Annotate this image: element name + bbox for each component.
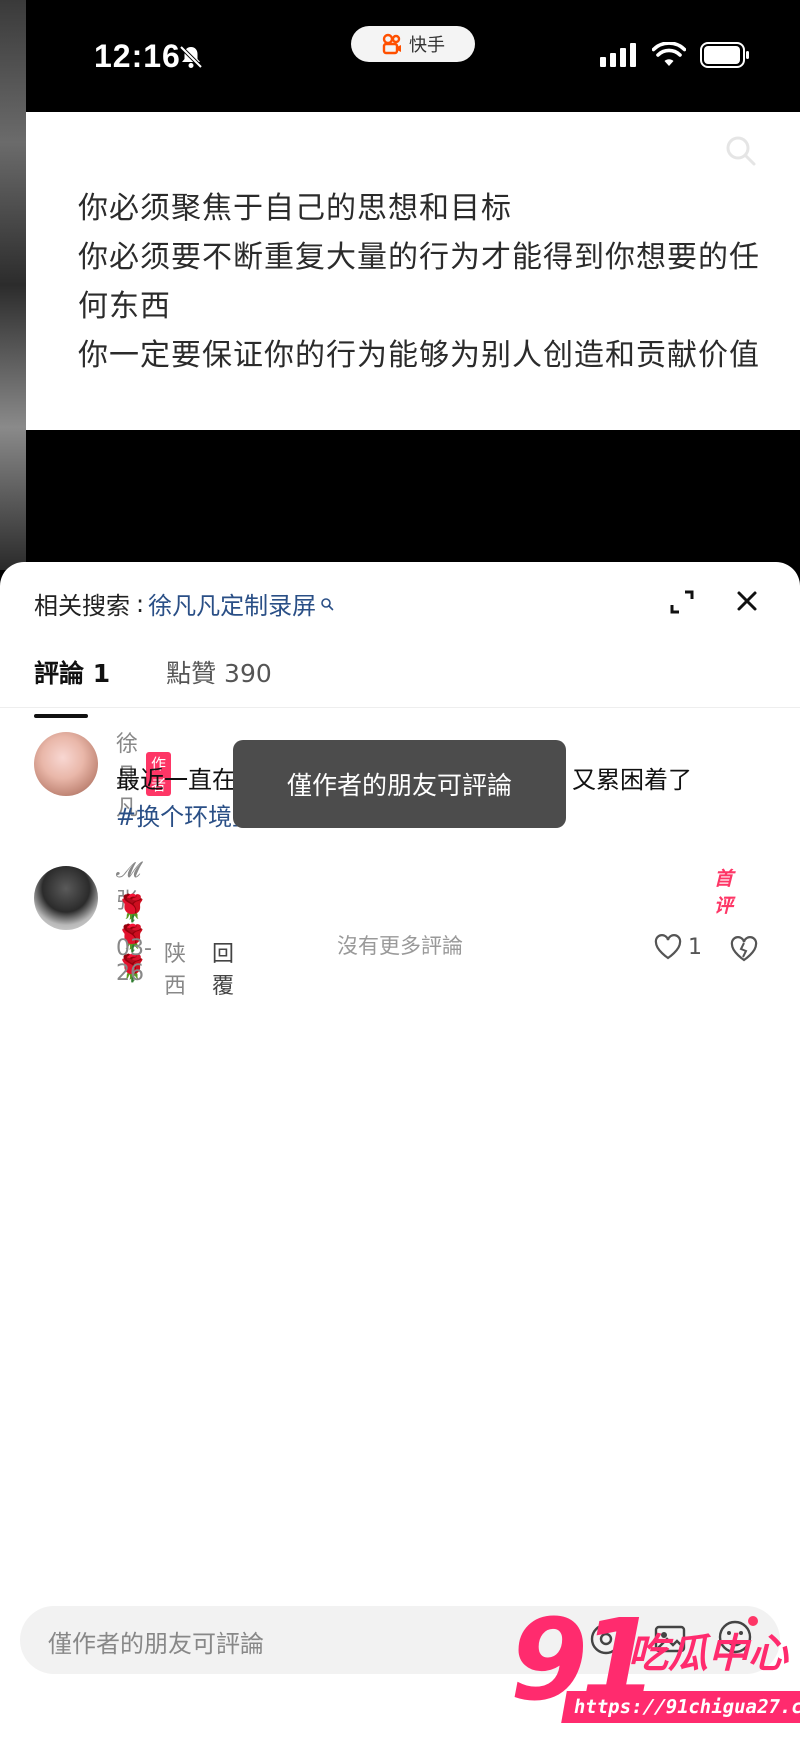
app-name: 快手 [409,35,445,56]
first-comment-badge: 首评 [714,868,734,917]
avatar[interactable] [34,866,98,930]
search-icon[interactable] [724,134,758,168]
kuaishou-logo-icon [382,33,401,55]
video-line: 你必须聚焦于自己的思想和目标 [78,191,512,226]
app-indicator[interactable]: 快手 [351,26,475,62]
toast-message: 僅作者的朋友可評論 [233,740,566,828]
tab-comments-label: 評論 1 [34,659,111,688]
watermark-url: https://91chigua27.com [561,1691,800,1723]
comment-sheet: 相关搜索 : 徐凡凡定制录屏 評論 1 點贊 390 徐凡凡 作者 最近一直在搬… [0,562,800,1739]
expand-icon[interactable] [668,588,696,616]
battery-icon [700,42,749,68]
search-icon [321,597,334,610]
video-line: 你一定要保证你的行为能够为别人创造和贡献价值 [78,338,760,373]
related-search-query[interactable]: 徐凡凡定制录屏 [148,586,316,621]
divider [0,707,800,708]
tab-likes-label: 點贊 390 [166,659,272,688]
related-search-label: 相关搜索 [34,592,130,620]
tab-underline [34,714,88,718]
watermark-text: 吃瓜中心 [628,1631,788,1677]
avatar[interactable] [34,732,98,796]
tab-likes[interactable]: 點贊 390 [166,654,272,690]
status-time: 12:16 [94,38,181,74]
related-search-colon: : [136,589,145,618]
input-placeholder: 僅作者的朋友可評論 [48,1630,264,1658]
status-indicators [600,42,750,68]
comment-tabs: 評論 1 點贊 390 [34,654,272,718]
video-text-panel[interactable]: 你必须聚焦于自己的思想和目标 你必须要不断重复大量的行为才能得到你想要的任 何东… [26,112,800,430]
video-caption-lines: 你必须聚焦于自己的思想和目标 你必须要不断重复大量的行为才能得到你想要的任 何东… [78,184,778,380]
close-icon[interactable] [732,586,762,616]
cellular-signal-icon [600,43,636,67]
background-strip [0,0,26,570]
site-watermark: 91 吃瓜中心 https://91chigua27.com [510,1605,800,1739]
video-line: 你必须要不断重复大量的行为才能得到你想要的任 [78,240,760,275]
video-line: 何东西 [78,289,171,324]
bell-muted-icon [179,45,203,69]
related-search[interactable]: 相关搜索 : 徐凡凡定制录屏 [34,586,334,621]
no-more-comments: 沒有更多評論 [337,934,463,958]
wifi-icon [652,42,686,66]
status-bar: 12:16 快手 [26,0,800,112]
tab-comments[interactable]: 評論 1 [34,654,111,718]
